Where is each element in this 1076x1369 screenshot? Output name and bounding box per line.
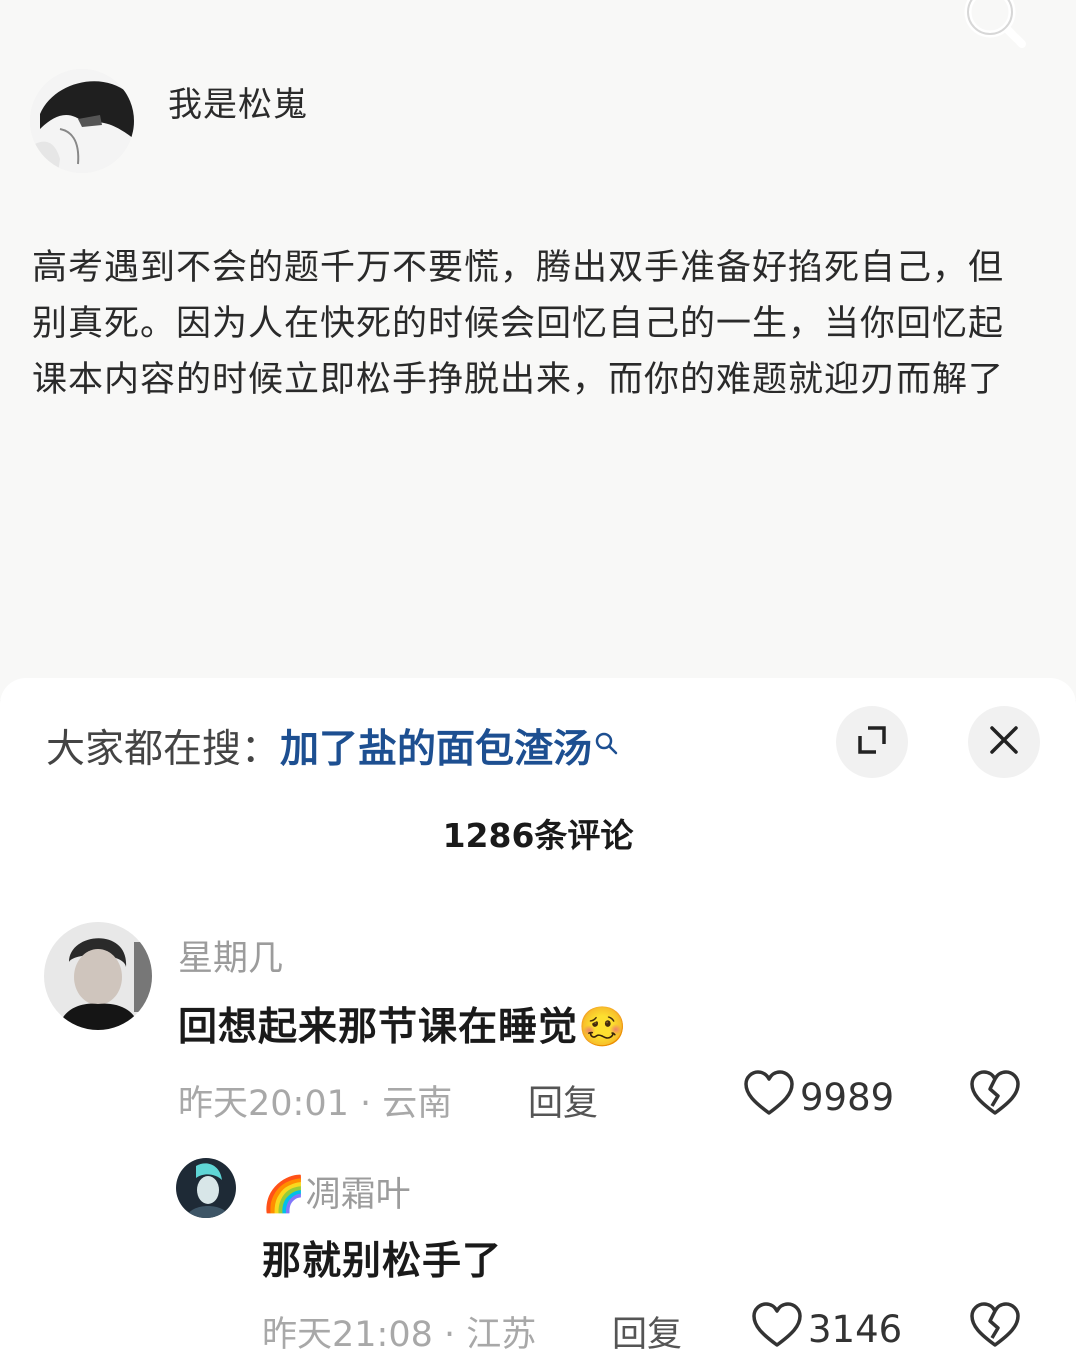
comment-meta: 昨天20:01 · 云南: [178, 1084, 453, 1124]
search-icon: [594, 722, 620, 767]
like-count: 9989: [800, 1076, 895, 1119]
post-content: 高考遇到不会的题千万不要慌，腾出双手准备好掐死自己，但别真死。因为人在快死的时候…: [32, 248, 1005, 400]
comment-sheet: 大家都在搜：加了盐的面包渣汤 1286条评论 星期几 回想起来那节课在睡觉🥴 昨…: [0, 678, 1076, 1369]
comment-text: 那就别松手了: [262, 1239, 503, 1284]
commenter-name[interactable]: 星期几: [178, 930, 283, 981]
comment-text: 回想起来那节课在睡觉🥴: [178, 996, 628, 1052]
expand-button[interactable]: [836, 706, 908, 778]
author-name[interactable]: 我是松嵬: [168, 77, 308, 126]
woozy-face-emoji: 🥴: [578, 1005, 628, 1050]
close-icon: [988, 724, 1020, 760]
reply-button[interactable]: 回复: [612, 1306, 682, 1357]
like-count: 3146: [808, 1308, 903, 1351]
commenter-name-text: 凋霜叶: [305, 1175, 411, 1215]
broken-heart-icon: [970, 1302, 1020, 1352]
commenter-name[interactable]: 🌈凋霜叶: [262, 1166, 411, 1217]
reply-button[interactable]: 回复: [528, 1075, 598, 1126]
broken-heart-icon: [970, 1070, 1020, 1120]
post-area: 我是松嵬 高考遇到不会的题千万不要慌，腾出双手准备好掐死自己，但别真死。因为人在…: [0, 0, 1076, 700]
hot-search-label: 大家都在搜：: [46, 727, 281, 772]
heart-icon: [752, 1302, 808, 1357]
heart-icon: [744, 1070, 800, 1125]
commenter-avatar[interactable]: [176, 1158, 236, 1218]
close-button[interactable]: [968, 706, 1040, 778]
comment-count: 1286条评论: [442, 816, 634, 855]
expand-icon: [854, 722, 890, 762]
commenter-avatar[interactable]: [44, 922, 152, 1030]
rainbow-emoji: 🌈: [262, 1175, 306, 1215]
comment-text-body: 回想起来那节课在睡觉: [178, 1005, 579, 1050]
comment-meta: 昨天21:08 · 江苏: [262, 1315, 537, 1355]
dislike-button[interactable]: [970, 1070, 1020, 1120]
dislike-button[interactable]: [970, 1302, 1020, 1352]
author-avatar[interactable]: [30, 69, 134, 173]
like-button[interactable]: 9989: [744, 1070, 894, 1125]
like-button[interactable]: 3146: [752, 1302, 902, 1357]
search-icon[interactable]: [958, 0, 1030, 54]
hot-search-query[interactable]: 加了盐的面包渣汤: [280, 727, 592, 772]
hot-search-bar[interactable]: 大家都在搜：加了盐的面包渣汤: [46, 718, 620, 774]
